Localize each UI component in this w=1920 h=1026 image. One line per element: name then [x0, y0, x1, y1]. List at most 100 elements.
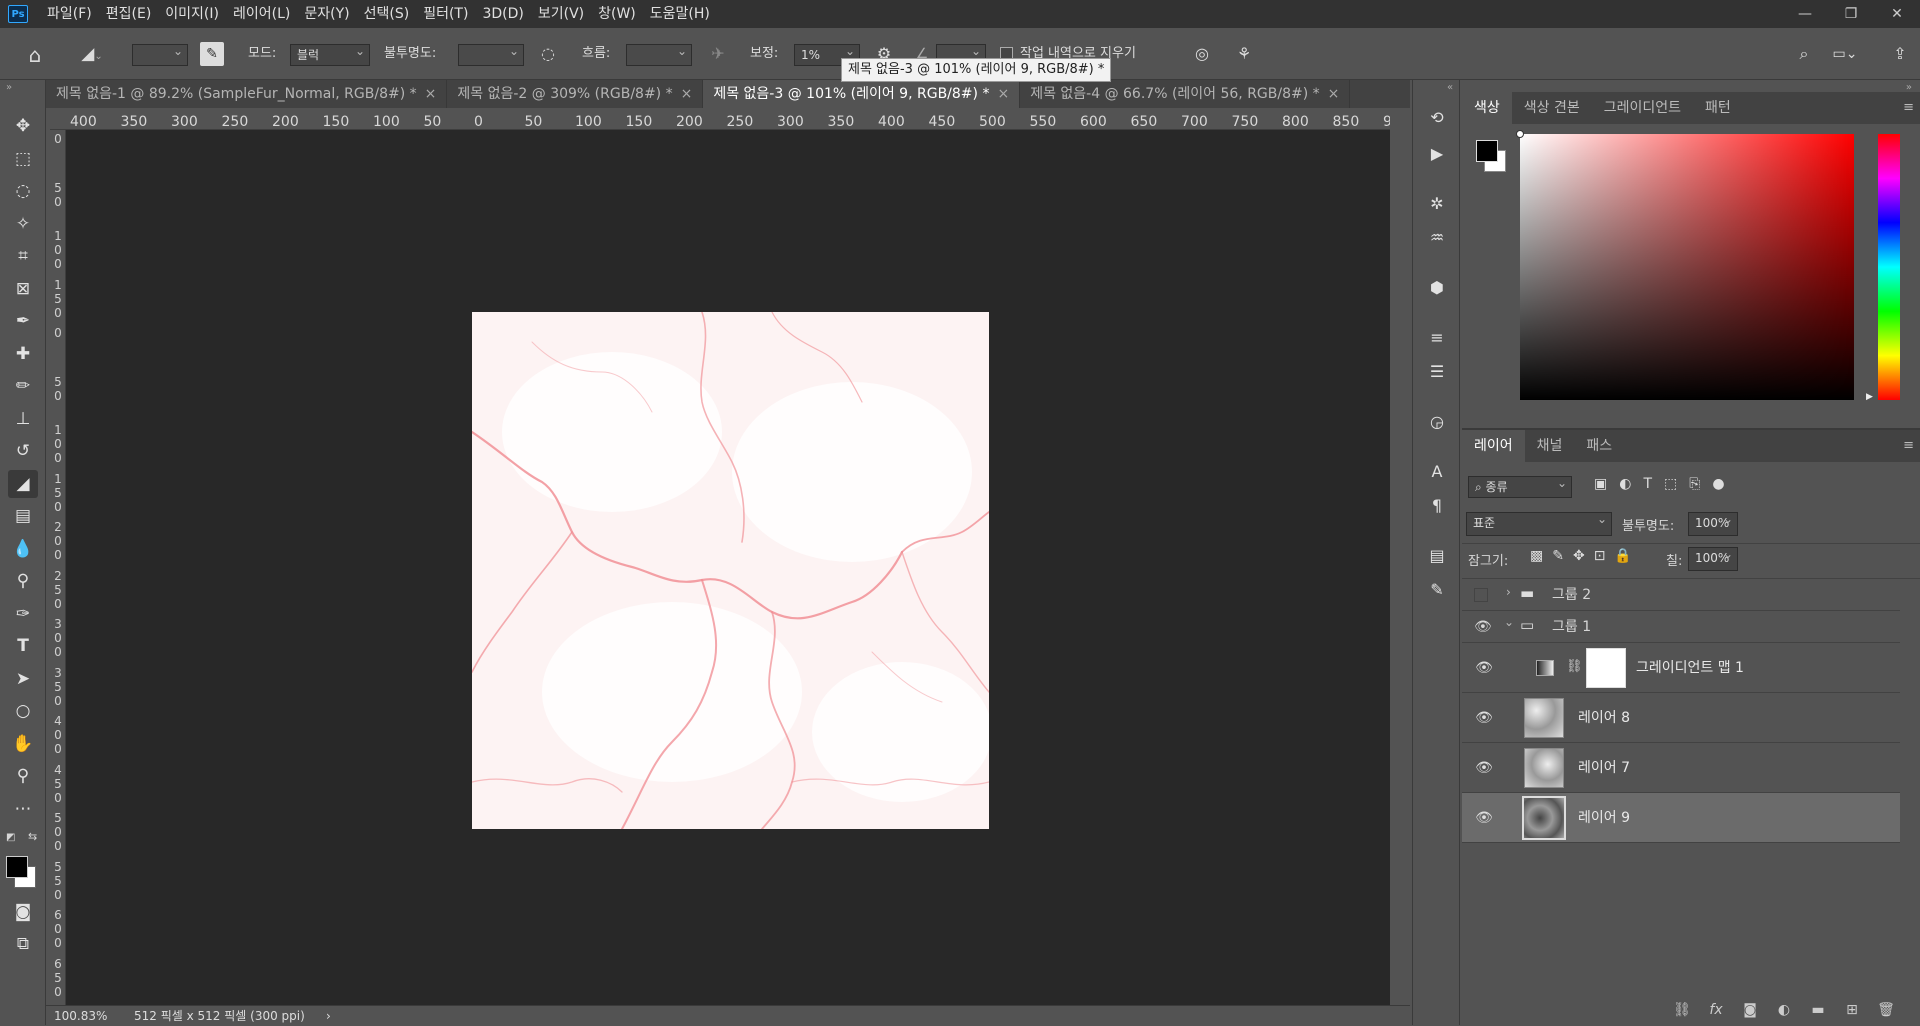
tab-document-1[interactable]: 제목 없음-1 @ 89.2% (SampleFur_Normal, RGB/8… [46, 80, 448, 108]
hue-slider-handle[interactable]: ▶ [1866, 392, 1873, 402]
color-panel-menu-icon[interactable]: ≡ [1903, 92, 1914, 124]
properties-panel-icon[interactable]: ☰ [1425, 360, 1449, 384]
link-icon[interactable]: ⛓ [1566, 659, 1583, 674]
flow-input[interactable] [626, 41, 692, 66]
hue-slider[interactable] [1878, 134, 1900, 400]
menu-edit[interactable]: 편집(E) [99, 0, 159, 28]
menu-view[interactable]: 보기(V) [531, 0, 591, 28]
adjustments-icon[interactable]: ≡ [1425, 326, 1449, 350]
layer-thumbnail[interactable] [1524, 698, 1564, 738]
layer-row-layer-8[interactable]: 👁 레이어 8 [1462, 693, 1900, 743]
layer-mask-thumbnail[interactable] [1586, 648, 1626, 688]
search-icon[interactable]: ⌕ [1792, 42, 1816, 66]
clone-source-panel-icon[interactable]: ◶ [1425, 410, 1449, 434]
opacity-input[interactable] [458, 41, 524, 66]
menu-select[interactable]: 선택(S) [357, 0, 417, 28]
brush-settings-icon[interactable]: ✎ [200, 42, 224, 66]
history-panel-icon[interactable]: ⟲ [1425, 106, 1449, 130]
blur-tool-icon[interactable]: 💧 [8, 535, 38, 563]
layer-name[interactable]: 레이어 7 [1578, 743, 1630, 793]
close-tab-icon[interactable]: × [681, 86, 693, 102]
menu-layer[interactable]: 레이어(L) [226, 0, 297, 28]
history-brush-tool-icon[interactable]: ↺ [8, 437, 38, 465]
eraser-preset-picker[interactable]: ◢⌄ [74, 40, 110, 68]
hand-tool-icon[interactable]: ✋ [8, 730, 38, 758]
new-adjustment-icon[interactable]: ◐ [1774, 1002, 1794, 1018]
tab-paths[interactable]: 패스 [1574, 430, 1624, 462]
eye-icon[interactable]: 👁 [1474, 611, 1492, 643]
new-group-icon[interactable]: ▬ [1808, 1002, 1828, 1018]
path-selection-tool-icon[interactable]: ➤ [8, 665, 38, 693]
share-icon[interactable]: ⇪ [1888, 42, 1912, 66]
visibility-off-box[interactable] [1474, 588, 1488, 602]
fx-button[interactable]: fx [1706, 1002, 1726, 1018]
minimize-button[interactable]: — [1782, 0, 1828, 28]
tab-document-3[interactable]: 제목 없음-3 @ 101% (레이어 9, RGB/8#) * × [703, 80, 1021, 108]
healing-brush-tool-icon[interactable]: ✚ [8, 340, 38, 368]
layer-name[interactable]: 그룹 2 [1552, 579, 1591, 611]
pen-tool-icon[interactable]: ✑ [8, 600, 38, 628]
quick-mask-icon[interactable]: ◙ [8, 898, 38, 926]
layer-row-group-1[interactable]: 👁 ⌄ ▭ 그룹 1 [1462, 611, 1900, 643]
layer-name[interactable]: 그룹 1 [1552, 611, 1591, 643]
magic-wand-tool-icon[interactable]: ✧ [8, 210, 38, 238]
menu-3d[interactable]: 3D(D) [475, 0, 530, 28]
home-icon[interactable]: ⌂ [22, 42, 48, 68]
gradient-tool-icon[interactable]: ▤ [8, 502, 38, 530]
link-layers-icon[interactable]: ⛓ [1672, 1002, 1692, 1018]
lasso-tool-icon[interactable]: ◌ [8, 177, 38, 205]
info-panel-icon[interactable]: ▤ [1425, 544, 1449, 568]
dodge-tool-icon[interactable]: ⚲ [8, 567, 38, 595]
blend-mode-select[interactable]: 표준 [1466, 509, 1612, 536]
layer-row-gradient-map[interactable]: 👁 ⛓ 그레이디언트 맵 1 [1462, 643, 1900, 693]
tab-layers[interactable]: 레이어 [1462, 430, 1525, 462]
ellipse-tool-icon[interactable]: ○ [8, 697, 38, 725]
panel-foreground-swatch[interactable] [1476, 140, 1498, 162]
menu-file[interactable]: 파일(F) [40, 0, 99, 28]
layer-row-group-2[interactable]: › ▬ 그룹 2 [1462, 579, 1900, 611]
collapse-toolbar-icon[interactable]: » [6, 82, 12, 93]
document-canvas[interactable] [472, 312, 989, 829]
tab-swatches[interactable]: 색상 견본 [1512, 92, 1592, 124]
eraser-tool-icon[interactable]: ◢ [8, 470, 38, 498]
screen-mode-icon[interactable]: ⧉ [8, 930, 38, 958]
actions-panel-icon[interactable]: ▶ [1425, 142, 1449, 166]
tab-gradients[interactable]: 그레이디언트 [1592, 92, 1693, 124]
tab-channels[interactable]: 채널 [1525, 430, 1575, 462]
menu-window[interactable]: 창(W) [591, 0, 643, 28]
default-colors-icon[interactable]: ◩ [6, 832, 15, 843]
layer-opacity-input[interactable]: 100% [1688, 509, 1738, 536]
mode-select[interactable]: 블럭 [290, 41, 370, 66]
tab-document-4[interactable]: 제목 없음-4 @ 66.7% (레이어 56, RGB/8#) * × [1020, 80, 1351, 108]
layer-row-layer-9[interactable]: 👁 레이어 9 [1462, 793, 1900, 843]
swap-colors-icon[interactable]: ⇆ [28, 830, 37, 843]
collapse-strip-icon[interactable]: « [1447, 82, 1453, 93]
eye-icon[interactable]: 👁 [1474, 693, 1494, 743]
character-panel-icon[interactable]: A [1425, 460, 1449, 484]
pressure-opacity-icon[interactable]: ◌ [536, 42, 560, 66]
new-layer-icon[interactable]: ⊞ [1842, 1002, 1862, 1018]
collapse-chevron-icon[interactable]: ⌄ [1504, 615, 1514, 629]
brush-size-picker[interactable] [132, 41, 188, 66]
zoom-level[interactable]: 100.83% [54, 1006, 107, 1026]
notes-panel-icon[interactable]: ✎ [1425, 578, 1449, 602]
crop-tool-icon[interactable]: ⌗ [8, 242, 38, 270]
layer-filter-select[interactable]: ⌕ 종류 [1468, 473, 1572, 498]
brush-tool-icon[interactable]: ✏ [8, 372, 38, 400]
close-window-button[interactable]: ✕ [1874, 0, 1920, 28]
color-picker-marker[interactable] [1516, 130, 1524, 138]
close-tab-icon[interactable]: × [425, 86, 437, 102]
brushes-panel-icon[interactable]: ♒ [1425, 226, 1449, 250]
layer-row-layer-7[interactable]: 👁 레이어 7 [1462, 743, 1900, 793]
eye-icon[interactable]: 👁 [1474, 643, 1494, 693]
paragraph-panel-icon[interactable]: ¶ [1425, 494, 1449, 518]
layer-name[interactable]: 레이어 8 [1578, 693, 1630, 743]
menu-image[interactable]: 이미지(I) [158, 0, 226, 28]
menu-type[interactable]: 문자(Y) [297, 0, 356, 28]
marquee-tool-icon[interactable]: ⬚ [8, 145, 38, 173]
eye-icon[interactable]: 👁 [1474, 793, 1494, 843]
status-menu-arrow[interactable]: › [326, 1006, 331, 1026]
layer-filter-icons[interactable]: ▣◐T⬚⎘● [1594, 476, 1737, 492]
add-mask-icon[interactable]: ◙ [1740, 1002, 1760, 1018]
airbrush-icon[interactable]: ✈ [706, 42, 730, 66]
